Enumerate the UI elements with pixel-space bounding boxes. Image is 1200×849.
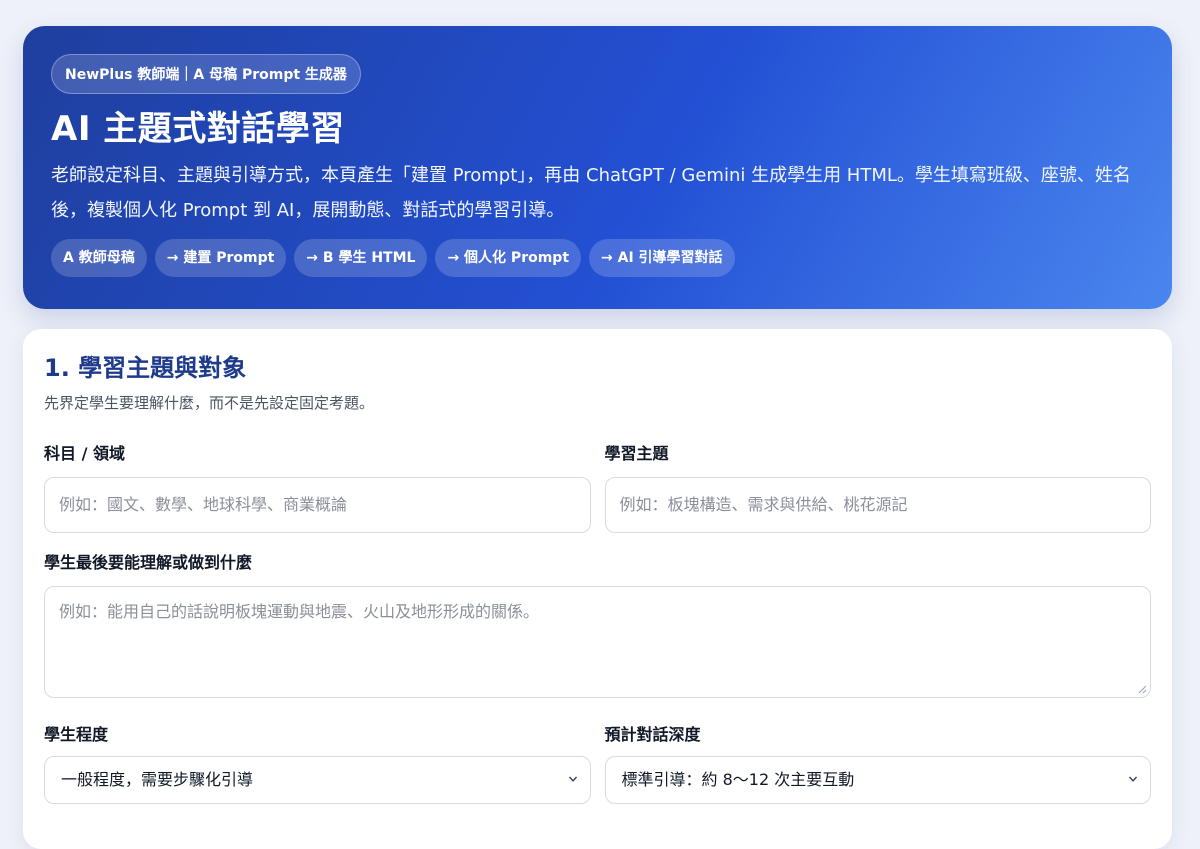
level-field-group: 學生程度 一般程度，需要步驟化引導	[44, 724, 591, 804]
step-personal-prompt: → 個人化 Prompt	[435, 239, 582, 277]
topic-field-group: 學習主題 例如：板塊構造、需求與供給、桃花源記	[604, 443, 1151, 533]
step-student-html: → B 學生 HTML	[294, 239, 428, 277]
subject-field-group: 科目 / 領域 例如：國文、數學、地球科學、商業概論	[44, 443, 591, 533]
level-depth-row: 學生程度 一般程度，需要步驟化引導 預計對話深度 標準引導：約 8～12 次主要…	[44, 724, 1151, 804]
level-label: 學生程度	[44, 725, 109, 744]
level-select[interactable]: 一般程度，需要步驟化引導	[44, 756, 591, 804]
goal-label: 學生最後要能理解或做到什麼	[44, 553, 253, 572]
depth-select[interactable]: 標準引導：約 8～12 次主要互動	[604, 756, 1151, 804]
step-build-prompt: → 建置 Prompt	[154, 239, 287, 277]
step-ai-dialogue: → AI 引導學習對話	[589, 239, 735, 277]
goal-textarea[interactable]: 例如：能用自己的話說明板塊運動與地震、火山及地形形成的關係。	[44, 586, 1151, 698]
chevron-down-icon	[1128, 776, 1138, 782]
goal-placeholder: 例如：能用自己的話說明板塊運動與地震、火山及地形形成的關係。	[59, 602, 540, 621]
depth-selected-value: 標準引導：約 8～12 次主要互動	[621, 770, 855, 789]
workflow-steps: A 教師母稿 → 建置 Prompt → B 學生 HTML → 個人化 Pro…	[51, 239, 1144, 277]
chevron-down-icon	[568, 776, 577, 782]
subject-input[interactable]: 例如：國文、數學、地球科學、商業概論	[44, 477, 591, 533]
section-title: 1. 學習主題與對象	[44, 354, 247, 382]
topic-section-card: 1. 學習主題與對象 先界定學生要理解什麼，而不是先設定固定考題。 科目 / 領…	[23, 329, 1172, 849]
topic-input[interactable]: 例如：板塊構造、需求與供給、桃花源記	[604, 477, 1151, 533]
step-teacher-draft: A 教師母稿	[51, 239, 147, 277]
hero-banner: NewPlus 教師端｜A 母稿 Prompt 生成器 AI 主題式對話學習 老…	[23, 26, 1172, 309]
page-description: 老師設定科目、主題與引導方式，本頁產生「建置 Prompt」，再由 ChatGP…	[51, 165, 1131, 221]
depth-label: 預計對話深度	[604, 725, 701, 744]
topic-label: 學習主題	[604, 444, 669, 463]
app-badge: NewPlus 教師端｜A 母稿 Prompt 生成器	[51, 54, 361, 94]
page-title: AI 主題式對話學習	[51, 109, 345, 149]
goal-field-group: 學生最後要能理解或做到什麼 例如：能用自己的話說明板塊運動與地震、火山及地形形成…	[44, 552, 1151, 698]
level-selected-value: 一般程度，需要步驟化引導	[61, 770, 254, 789]
resize-grip-icon[interactable]	[1137, 684, 1147, 694]
subject-label: 科目 / 領域	[44, 444, 125, 463]
depth-field-group: 預計對話深度 標準引導：約 8～12 次主要互動	[604, 724, 1151, 804]
section-description: 先界定學生要理解什麼，而不是先設定固定考題。	[44, 394, 375, 412]
subject-topic-row: 科目 / 領域 例如：國文、數學、地球科學、商業概論 學習主題 例如：板塊構造、…	[44, 443, 1151, 533]
